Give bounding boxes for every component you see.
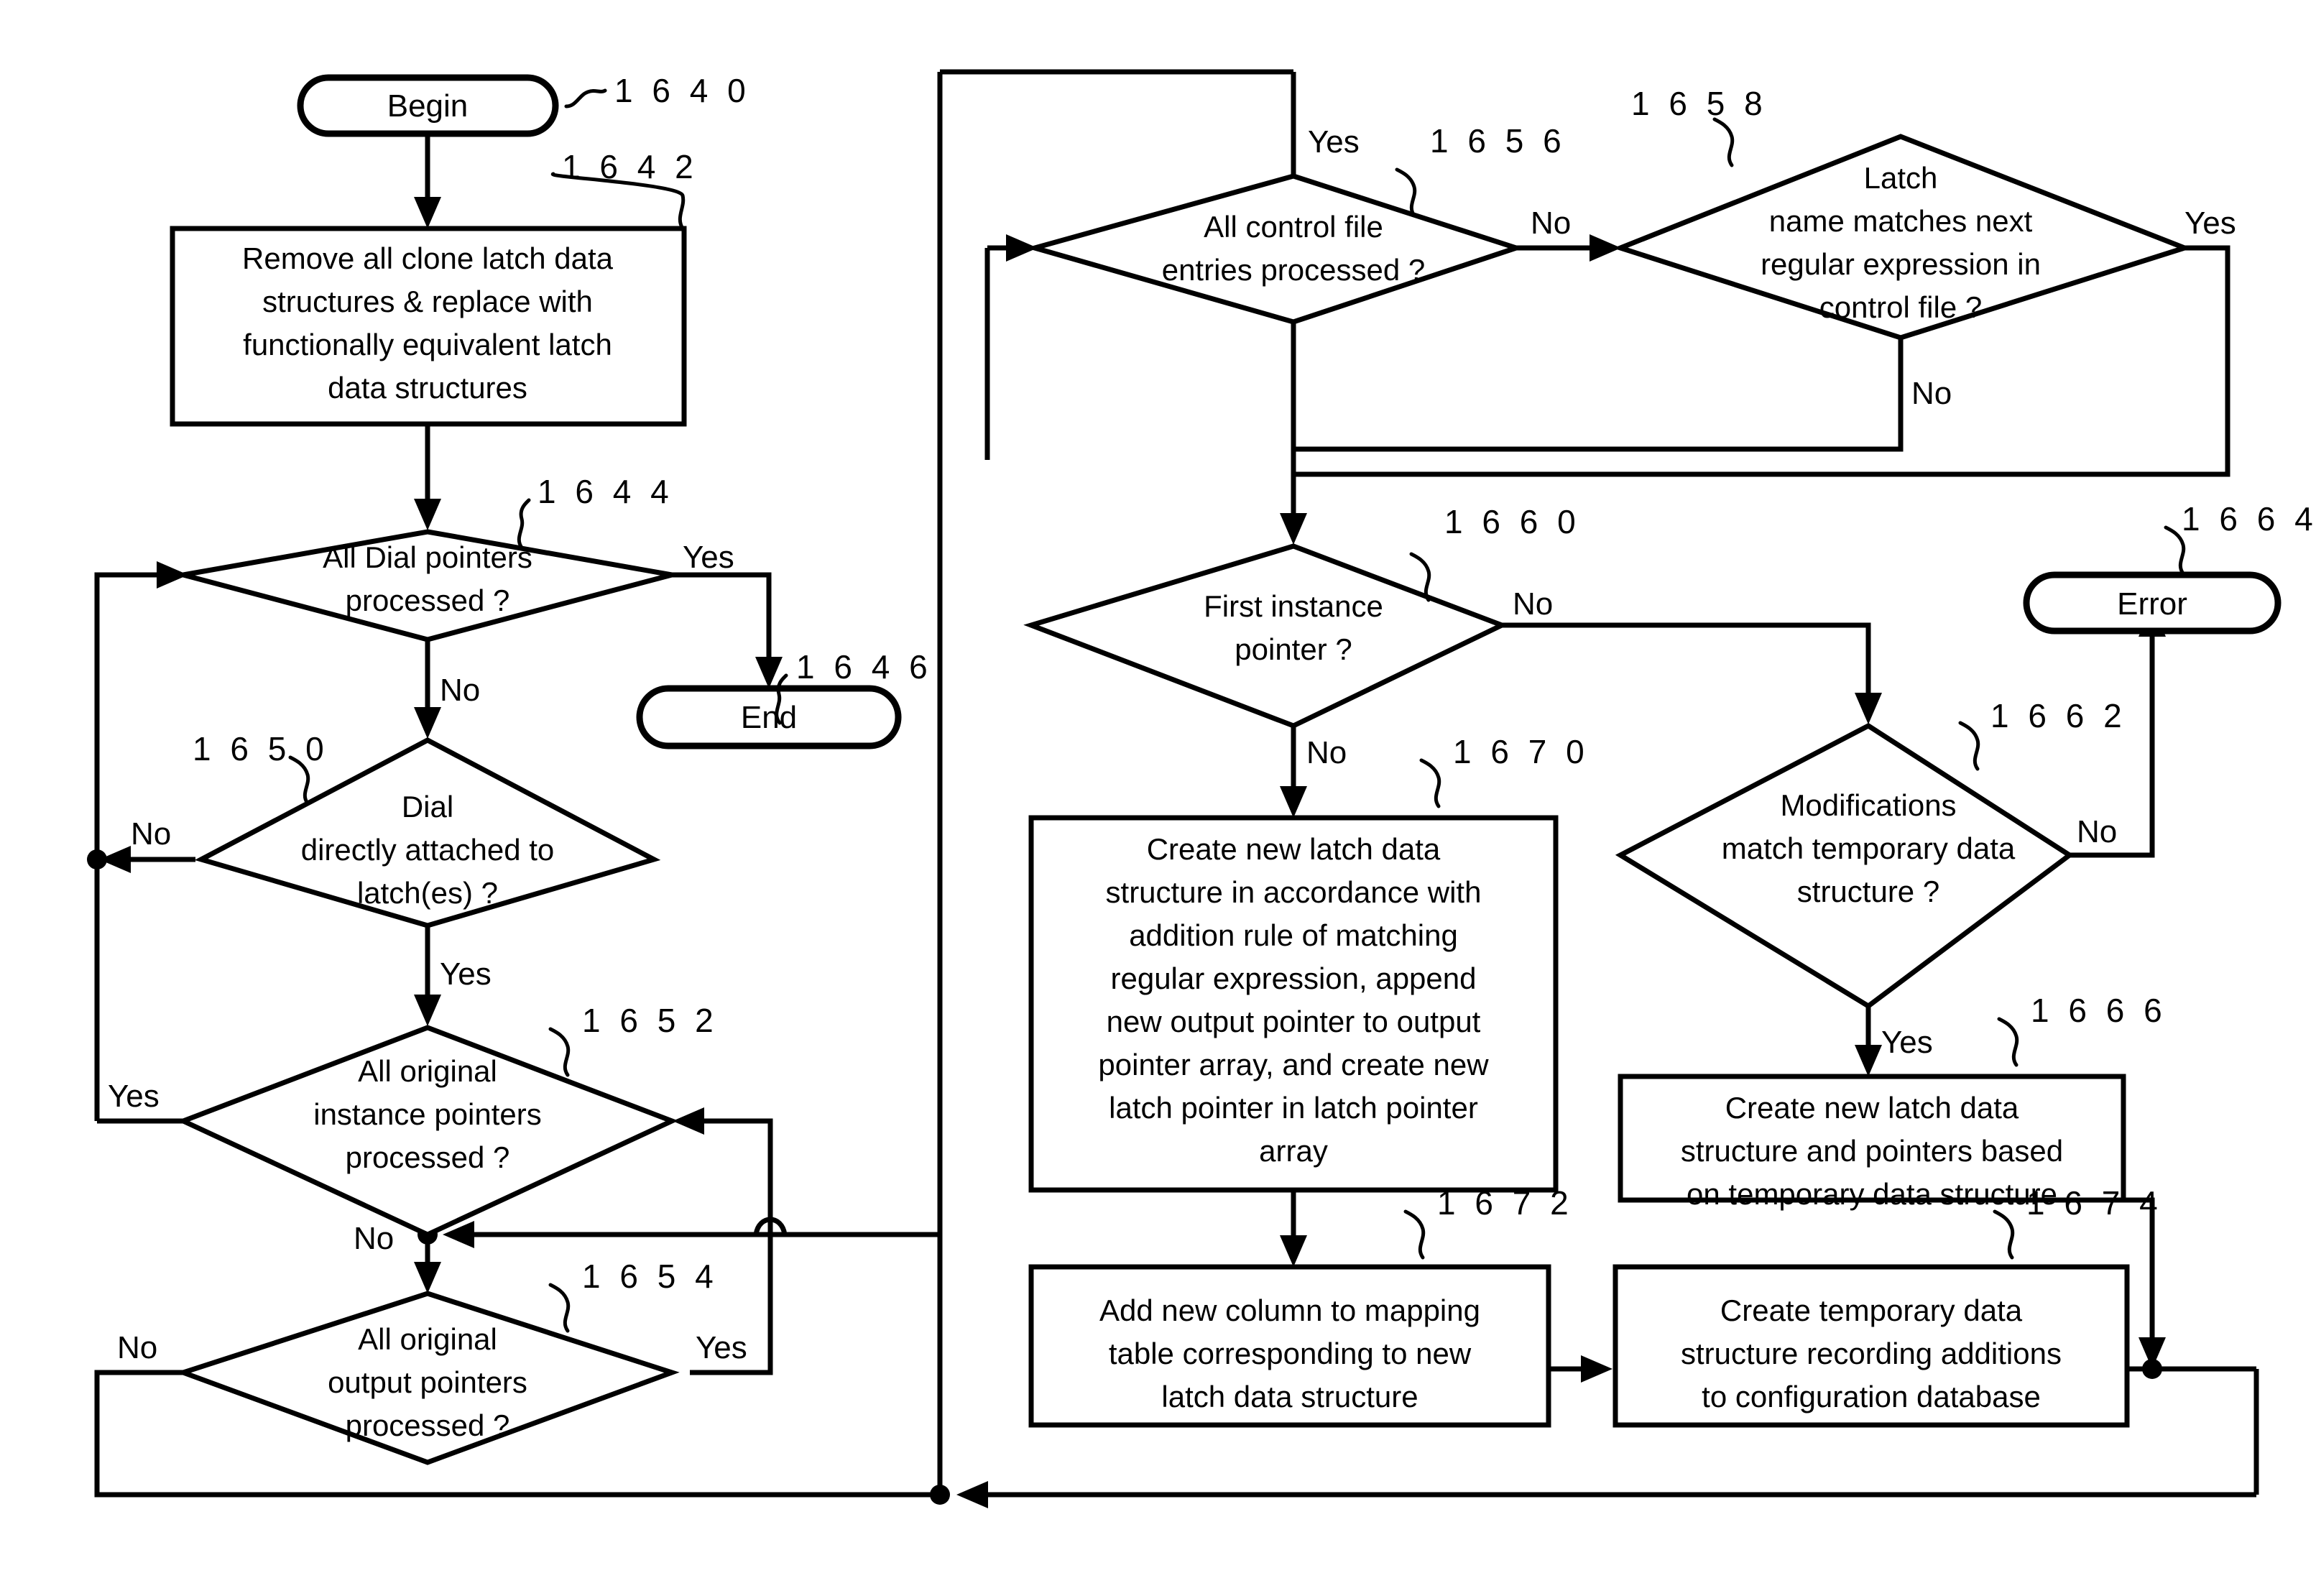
node-create-from-temp-line-2: on temporary data structure bbox=[1687, 1177, 2057, 1211]
node-dial-attached-line-2: latch(es) ? bbox=[357, 876, 498, 910]
edge-label-latchname-yes: Yes bbox=[2184, 206, 2236, 241]
ref-1652: 1 6 5 2 bbox=[582, 1002, 719, 1039]
node-all-dial-pointers-line-0: All Dial pointers bbox=[323, 540, 532, 574]
edge-label-control-yes: Yes bbox=[1308, 124, 1360, 160]
node-all-dial-pointers-line-1: processed ? bbox=[346, 583, 510, 617]
node-dial-attached-line-1: directly attached to bbox=[301, 833, 555, 867]
node-create-new-latch-line-2: addition rule of matching bbox=[1129, 918, 1458, 952]
ref-1674: 1 6 7 4 bbox=[2026, 1184, 2163, 1222]
ref-1642: 1 6 4 2 bbox=[562, 148, 698, 185]
node-end-label: End bbox=[741, 700, 797, 735]
ref-1646: 1 6 4 6 bbox=[796, 648, 933, 686]
edge-label-dial-no: No bbox=[440, 673, 480, 708]
edge-label-output-no: No bbox=[117, 1330, 157, 1365]
node-create-new-latch-line-4: new output pointer to output bbox=[1107, 1005, 1481, 1038]
node-latch-name-matches-line-1: name matches next bbox=[1769, 204, 2033, 238]
node-add-new-column-line-2: latch data structure bbox=[1161, 1380, 1418, 1413]
node-create-from-temp-line-0: Create new latch data bbox=[1725, 1091, 2019, 1125]
node-modifications-match-line-2: structure ? bbox=[1797, 875, 1939, 908]
node-remove-clone-line-3: data structures bbox=[328, 371, 527, 405]
node-error-label: Error bbox=[2117, 586, 2187, 622]
ref-1644: 1 6 4 4 bbox=[538, 473, 674, 510]
node-first-instance-pointer-line-0: First instance bbox=[1204, 589, 1383, 623]
node-modifications-match-line-0: Modifications bbox=[1780, 788, 1956, 822]
node-remove-clone-line-2: functionally equivalent latch bbox=[243, 328, 612, 361]
ref-1640: 1 6 4 0 bbox=[614, 72, 751, 109]
node-all-control-file-line-1: entries processed ? bbox=[1162, 253, 1426, 287]
node-create-temp-struct-line-2: to configuration database bbox=[1702, 1380, 2041, 1413]
node-all-instance-pointers-line-0: All original bbox=[358, 1054, 497, 1088]
edge-label-control-no: No bbox=[1531, 206, 1571, 241]
edge-label-output-yes: Yes bbox=[696, 1330, 747, 1365]
node-remove-clone-line-0: Remove all clone latch data bbox=[242, 241, 614, 275]
node-remove-clone-line-1: structures & replace with bbox=[262, 285, 593, 318]
ref-1666: 1 6 6 6 bbox=[2031, 992, 2167, 1029]
node-all-output-pointers-line-0: All original bbox=[358, 1322, 497, 1356]
node-modifications-match-line-1: match temporary data bbox=[1722, 831, 2016, 865]
ref-1670: 1 6 7 0 bbox=[1453, 733, 1590, 770]
ref-1662: 1 6 6 2 bbox=[1990, 697, 2127, 734]
ref-1650: 1 6 5 0 bbox=[193, 730, 329, 767]
node-create-new-latch-line-0: Create new latch data bbox=[1147, 832, 1441, 866]
node-latch-name-matches-line-0: Latch bbox=[1864, 161, 1938, 195]
node-create-new-latch-line-7: array bbox=[1259, 1134, 1328, 1168]
edge-label-dial-yes: Yes bbox=[683, 540, 734, 575]
ref-1656: 1 6 5 6 bbox=[1430, 122, 1567, 160]
flowchart-figure: Begin 1 6 4 0 Remove all clone latch dat… bbox=[0, 0, 2316, 1596]
edge-label-attached-no: No bbox=[131, 816, 171, 852]
ref-1658: 1 6 5 8 bbox=[1631, 85, 1768, 122]
flowchart-text-layer: Begin 1 6 4 0 Remove all clone latch dat… bbox=[108, 72, 2316, 1442]
edge-label-instance-yes: Yes bbox=[108, 1079, 160, 1114]
node-create-from-temp-line-1: structure and pointers based bbox=[1681, 1134, 2063, 1168]
edge-label-mods-yes: Yes bbox=[1881, 1025, 1933, 1060]
node-add-new-column-line-0: Add new column to mapping bbox=[1099, 1293, 1480, 1327]
node-all-control-file-line-0: All control file bbox=[1204, 210, 1383, 244]
node-all-instance-pointers-line-2: processed ? bbox=[346, 1140, 510, 1174]
ref-1664: 1 6 6 4 bbox=[2182, 500, 2316, 538]
edge-label-attached-yes: Yes bbox=[440, 956, 492, 992]
node-first-instance-pointer-line-1: pointer ? bbox=[1235, 632, 1352, 666]
node-dial-attached-line-0: Dial bbox=[402, 790, 453, 824]
ref-1672: 1 6 7 2 bbox=[1437, 1184, 1574, 1222]
edge-label-latchname-no: No bbox=[1911, 376, 1952, 411]
node-create-temp-struct-line-0: Create temporary data bbox=[1720, 1293, 2023, 1327]
node-latch-name-matches-line-3: control file ? bbox=[1819, 290, 1982, 324]
ref-1660: 1 6 6 0 bbox=[1444, 503, 1581, 540]
edge-label-instance-no: No bbox=[354, 1221, 394, 1256]
node-begin-label: Begin bbox=[387, 88, 469, 124]
ref-1654: 1 6 5 4 bbox=[582, 1258, 719, 1295]
edge-label-first-no-right: No bbox=[1513, 586, 1553, 622]
edge-label-first-no-down: No bbox=[1306, 735, 1347, 770]
node-all-output-pointers-line-1: output pointers bbox=[328, 1365, 527, 1399]
node-add-new-column-line-1: table corresponding to new bbox=[1109, 1337, 1472, 1370]
node-create-new-latch-line-1: structure in accordance with bbox=[1106, 875, 1482, 909]
node-create-temp-struct-line-1: structure recording additions bbox=[1681, 1337, 2062, 1370]
node-all-instance-pointers-line-1: instance pointers bbox=[313, 1097, 542, 1131]
node-all-output-pointers-line-2: processed ? bbox=[346, 1408, 510, 1442]
node-latch-name-matches-line-2: regular expression in bbox=[1761, 247, 2041, 281]
node-create-new-latch-line-5: pointer array, and create new bbox=[1098, 1048, 1489, 1081]
node-create-new-latch-line-3: regular expression, append bbox=[1110, 961, 1476, 995]
node-create-new-latch-line-6: latch pointer in latch pointer bbox=[1109, 1091, 1478, 1125]
edge-label-mods-no: No bbox=[2077, 814, 2117, 849]
